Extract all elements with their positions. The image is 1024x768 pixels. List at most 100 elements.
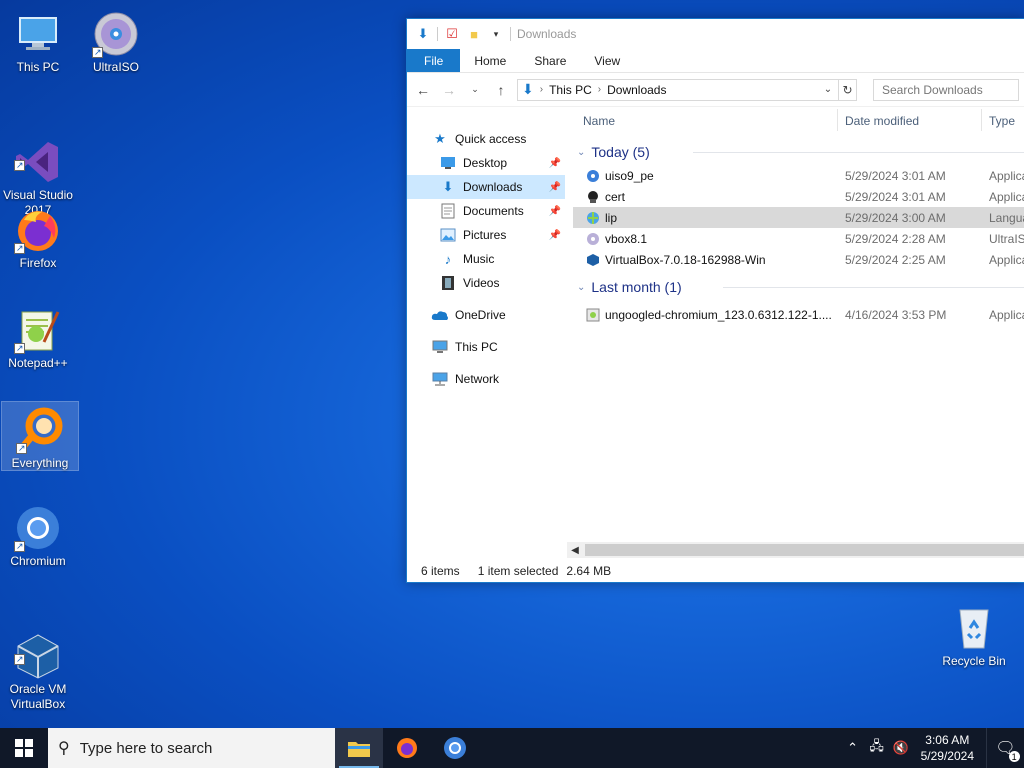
file-date: 5/29/2024 3:01 AM [845, 168, 946, 183]
nav-item-videos[interactable]: Videos [407, 271, 565, 295]
taskbar-app-chromium[interactable] [431, 728, 479, 768]
group-divider [723, 287, 1024, 288]
tab-view[interactable]: View [580, 49, 634, 72]
file-row[interactable]: vbox8.1 5/29/2024 2:28 AM UltraIS [573, 228, 1024, 249]
notepad-plus-plus-icon [14, 306, 62, 356]
file-row[interactable]: VirtualBox-7.0.18-162988-Win 5/29/2024 2… [573, 249, 1024, 270]
group-header-last-month[interactable]: ⌄ Last month (1) [573, 274, 1024, 300]
virtualbox-icon [585, 252, 601, 268]
network-status-icon[interactable]: 🖧 [865, 737, 889, 759]
desktop-icon-label: Notepad++ [8, 356, 68, 370]
search-input[interactable]: Search Downloads [873, 78, 1019, 101]
firefox-icon [397, 738, 417, 758]
clock[interactable]: 3:06 AM 5/29/2024 [921, 732, 974, 764]
group-header-today[interactable]: ⌄ Today (5) [573, 139, 1024, 165]
taskbar-search-placeholder: Type here to search [79, 739, 213, 757]
desktop-icon-ultraiso[interactable]: UltraISO [78, 6, 154, 75]
address-bar[interactable]: ⬇ › This PC › Downloads ⌄ [517, 78, 839, 101]
scrollbar-thumb[interactable] [585, 544, 1024, 556]
file-name: VirtualBox-7.0.18-162988-Win [605, 252, 766, 267]
desktop-icon-recycle-bin[interactable]: Recycle Bin [936, 600, 1012, 669]
volume-muted-icon[interactable]: 🔇 [889, 740, 913, 756]
forward-arrow-icon[interactable]: → [439, 82, 459, 98]
downloads-folder-icon: ⬇ [522, 81, 534, 97]
nav-item-quick-access[interactable]: ★ Quick access [407, 127, 565, 151]
search-icon: ⚲ [58, 740, 70, 757]
desktop-icon-firefox[interactable]: Firefox [0, 202, 76, 271]
nav-item-label: This PC [455, 340, 498, 354]
column-divider[interactable] [837, 109, 838, 131]
new-folder-icon[interactable]: ■ [466, 26, 482, 42]
nav-item-onedrive[interactable]: OneDrive [407, 303, 565, 327]
recent-locations-chevron-icon[interactable]: ⌄ [465, 84, 485, 95]
chevron-up-icon[interactable]: ⌃ [841, 740, 865, 756]
start-button[interactable] [0, 728, 48, 768]
breadcrumb-downloads[interactable]: Downloads [607, 83, 666, 97]
nav-item-label: Quick access [455, 132, 527, 146]
divider [510, 27, 511, 41]
file-date: 5/29/2024 2:25 AM [845, 252, 946, 267]
windows-logo-icon [15, 739, 33, 757]
title-bar[interactable]: ⬇ ☑ ■ ▾ Downloads [407, 19, 1024, 49]
tab-file[interactable]: File [407, 49, 461, 72]
nav-item-pictures[interactable]: Pictures 📌 [407, 223, 565, 247]
nav-item-downloads[interactable]: ⬇ Downloads 📌 [407, 175, 565, 199]
taskbar-search-box[interactable]: ⚲ Type here to search [48, 728, 335, 768]
back-arrow-icon[interactable]: ← [413, 82, 433, 98]
nav-item-network[interactable]: Network [407, 367, 565, 391]
file-row[interactable]: ungoogled-chromium_123.0.6312.122-1.... … [573, 304, 1024, 325]
up-arrow-icon[interactable]: ↑ [491, 82, 511, 98]
desktop-icon-everything[interactable]: Everything [1, 401, 79, 471]
nav-item-desktop[interactable]: Desktop 📌 [407, 151, 565, 175]
chromium-icon [444, 737, 466, 759]
file-name: vbox8.1 [605, 231, 648, 246]
column-header-date-modified[interactable]: Date modified [845, 114, 919, 128]
installer-icon [585, 307, 601, 323]
file-type: Applica [989, 168, 1024, 183]
customize-quick-access-icon[interactable]: ▾ [488, 26, 504, 42]
nav-item-label: Documents [463, 204, 524, 218]
nav-item-music[interactable]: ♪ Music [407, 247, 565, 271]
file-type: Langua [989, 210, 1024, 225]
chromium-icon [14, 504, 62, 554]
star-icon: ★ [434, 131, 446, 146]
properties-icon[interactable]: ☑ [444, 26, 460, 42]
breadcrumb-this-pc[interactable]: This PC [549, 83, 592, 97]
desktop-icon-chromium[interactable]: Chromium [0, 500, 76, 569]
taskbar-app-file-explorer[interactable] [335, 728, 383, 768]
nav-item-documents[interactable]: Documents 📌 [407, 199, 565, 223]
action-center-button[interactable]: 🗨 1 [986, 728, 1024, 768]
file-date: 5/29/2024 3:01 AM [845, 189, 946, 204]
notification-count: 1 [1008, 751, 1020, 762]
address-row: ← → ⌄ ↑ ⬇ › This PC › Downloads ⌄ ↻ Sear… [407, 73, 1024, 107]
file-row-selected[interactable]: lip 5/29/2024 3:00 AM Langua [573, 207, 1024, 228]
file-date: 5/29/2024 2:28 AM [845, 231, 946, 246]
file-type: UltraIS [989, 231, 1024, 246]
file-name: uiso9_pe [605, 168, 654, 183]
pictures-folder-icon [439, 227, 457, 243]
column-header-name[interactable]: Name [583, 114, 615, 128]
disc-image-icon [585, 231, 601, 247]
horizontal-scrollbar[interactable]: ◀ [567, 542, 1024, 558]
desktop-icon-this-pc[interactable]: This PC [0, 6, 76, 75]
desktop-icon-virtualbox[interactable]: Oracle VM VirtualBox [0, 598, 76, 727]
shortcut-arrow-icon [14, 341, 25, 356]
file-row[interactable]: uiso9_pe 5/29/2024 3:01 AM Applica [573, 165, 1024, 186]
navigation-pane: ★ Quick access Desktop 📌 ⬇ Downloads 📌 D… [407, 127, 565, 547]
nav-item-label: OneDrive [455, 308, 506, 322]
address-dropdown-icon[interactable]: ⌄ [818, 80, 838, 100]
file-explorer-window[interactable]: ⬇ ☑ ■ ▾ Downloads File Home Share View ←… [406, 18, 1024, 583]
scroll-left-icon[interactable]: ◀ [567, 545, 583, 556]
tab-share[interactable]: Share [520, 49, 580, 72]
nav-item-this-pc[interactable]: This PC [407, 335, 565, 359]
column-divider[interactable] [981, 109, 982, 131]
column-header-type[interactable]: Type [989, 114, 1015, 128]
file-row[interactable]: cert 5/29/2024 3:01 AM Applica [573, 186, 1024, 207]
refresh-icon[interactable]: ↻ [839, 78, 857, 101]
taskbar-app-firefox[interactable] [383, 728, 431, 768]
desktop-icon-notepad-plus-plus[interactable]: Notepad++ [0, 302, 76, 371]
tab-home[interactable]: Home [460, 49, 520, 72]
desktop-icon-label: Recycle Bin [942, 654, 1006, 668]
desktop-icon-label: UltraISO [92, 60, 139, 74]
ultraiso-disc-icon [92, 10, 140, 60]
